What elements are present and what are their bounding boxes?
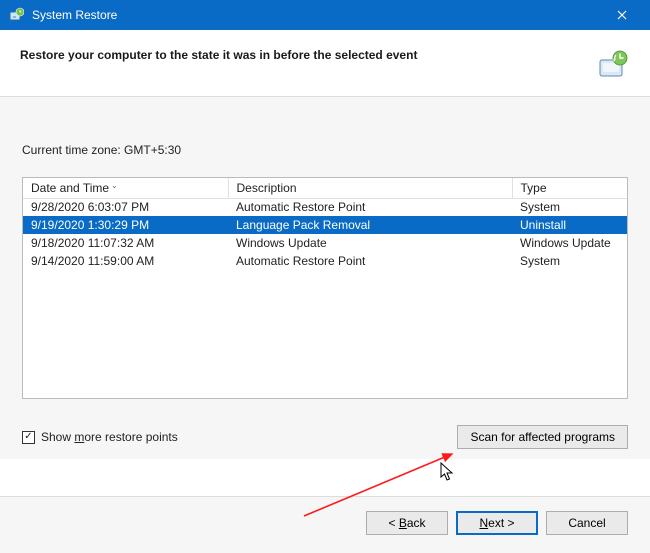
timezone-label: Current time zone: GMT+5:30 xyxy=(22,143,628,157)
table-cell-type: System xyxy=(512,252,627,270)
table-cell-datetime: 9/18/2020 11:07:32 AM xyxy=(23,234,228,252)
scan-affected-button[interactable]: Scan for affected programs xyxy=(457,425,628,449)
table-row[interactable]: 9/28/2020 6:03:07 PMAutomatic Restore Po… xyxy=(23,198,627,216)
table-cell-datetime: 9/19/2020 1:30:29 PM xyxy=(23,216,228,234)
table-row[interactable]: 9/19/2020 1:30:29 PMLanguage Pack Remova… xyxy=(23,216,627,234)
content-area: Current time zone: GMT+5:30 Date and Tim… xyxy=(0,97,650,459)
table-cell-description: Language Pack Removal xyxy=(228,216,512,234)
close-button[interactable] xyxy=(602,0,642,30)
table-header-row: Date and Time⌄ Description Type xyxy=(23,178,627,198)
table-cell-description: Automatic Restore Point xyxy=(228,198,512,216)
wizard-footer: < Back Next > Cancel xyxy=(0,496,650,553)
table-cell-type: Uninstall xyxy=(512,216,627,234)
checkbox-icon: ✓ xyxy=(22,431,35,444)
table-cell-description: Windows Update xyxy=(228,234,512,252)
annotation-cursor-icon xyxy=(440,462,458,484)
header-heading: Restore your computer to the state it wa… xyxy=(20,48,586,62)
wizard-header: Restore your computer to the state it wa… xyxy=(0,30,650,97)
titlebar: System Restore xyxy=(0,0,650,30)
col-description[interactable]: Description xyxy=(228,178,512,198)
col-date-time-label: Date and Time xyxy=(31,181,109,195)
restore-hero-icon xyxy=(596,48,630,82)
show-more-checkbox[interactable]: ✓ Show more restore points xyxy=(22,430,178,444)
show-more-label: Show more restore points xyxy=(41,430,178,444)
back-button[interactable]: < Back xyxy=(366,511,448,535)
table-cell-type: Windows Update xyxy=(512,234,627,252)
table-cell-type: System xyxy=(512,198,627,216)
below-table-row: ✓ Show more restore points Scan for affe… xyxy=(22,425,628,449)
table-cell-datetime: 9/14/2020 11:59:00 AM xyxy=(23,252,228,270)
table-cell-datetime: 9/28/2020 6:03:07 PM xyxy=(23,198,228,216)
col-type[interactable]: Type xyxy=(512,178,627,198)
col-date-time[interactable]: Date and Time⌄ xyxy=(23,178,228,198)
table-row[interactable]: 9/18/2020 11:07:32 AMWindows UpdateWindo… xyxy=(23,234,627,252)
sort-desc-icon: ⌄ xyxy=(111,181,118,190)
cancel-button[interactable]: Cancel xyxy=(546,511,628,535)
restore-points-table[interactable]: Date and Time⌄ Description Type 9/28/202… xyxy=(22,177,628,399)
system-restore-icon xyxy=(8,7,24,23)
window-title: System Restore xyxy=(32,8,117,22)
table-row[interactable]: 9/14/2020 11:59:00 AMAutomatic Restore P… xyxy=(23,252,627,270)
next-button[interactable]: Next > xyxy=(456,511,538,535)
table-cell-description: Automatic Restore Point xyxy=(228,252,512,270)
